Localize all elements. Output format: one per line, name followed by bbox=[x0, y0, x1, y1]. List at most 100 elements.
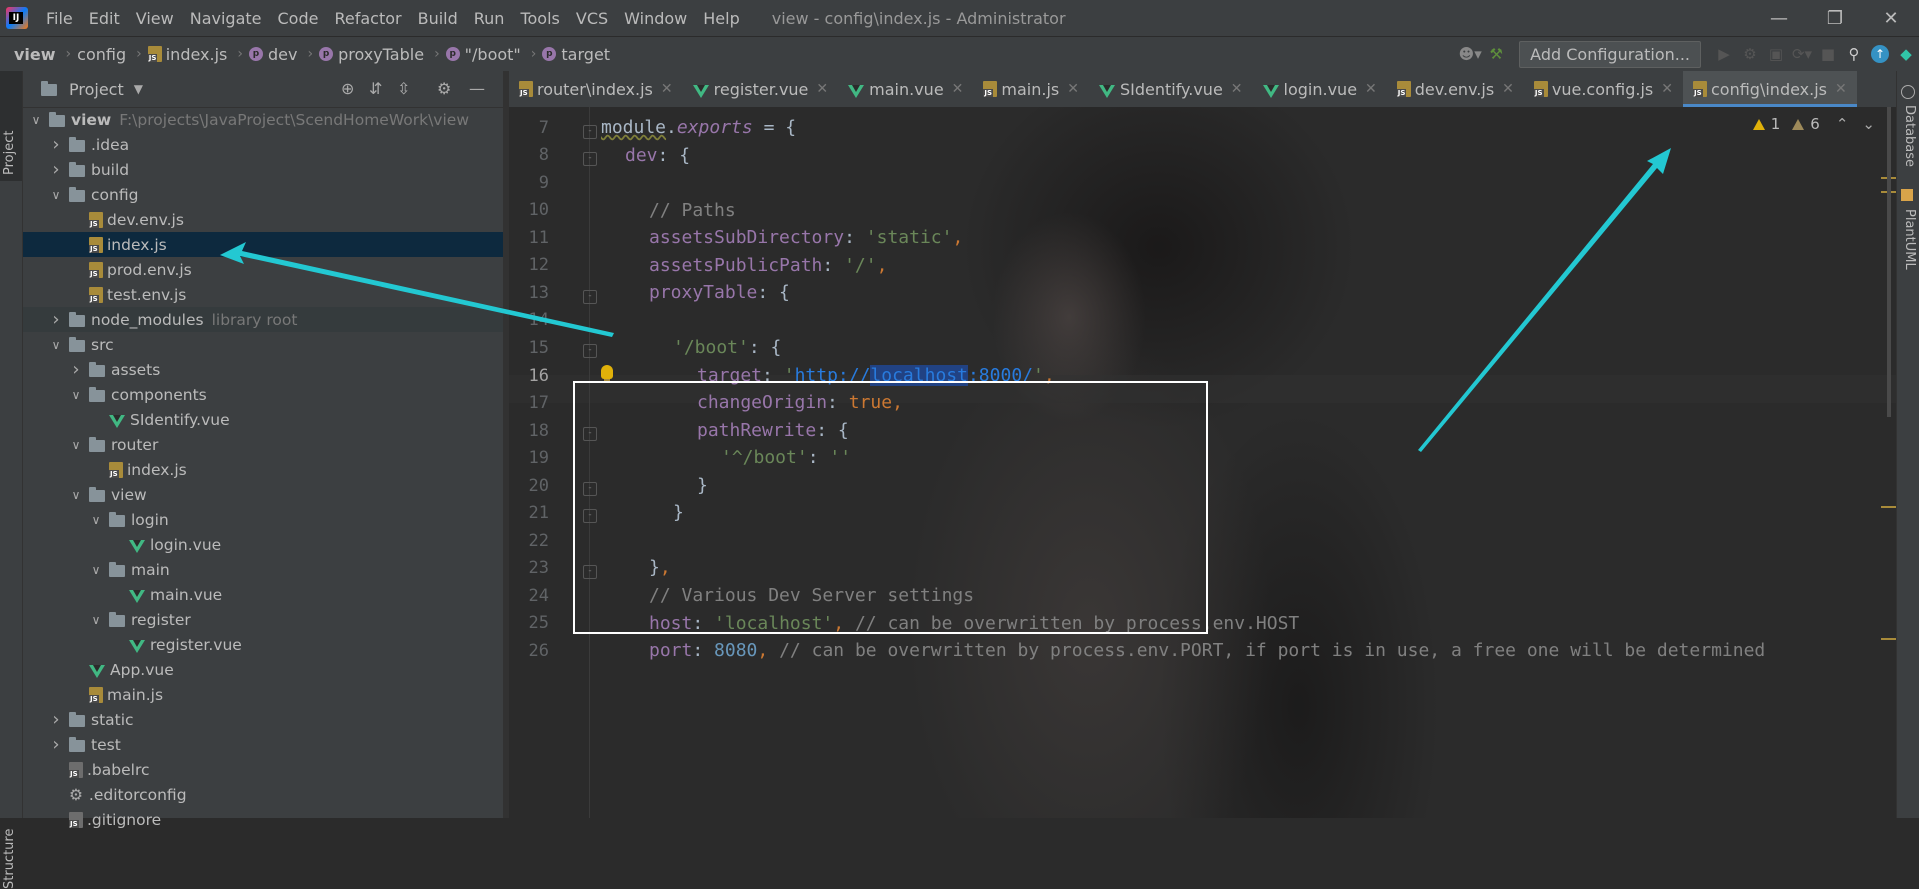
breadcrumb-item[interactable]: p proxyTable bbox=[319, 45, 424, 64]
editor-tab[interactable]: main.js ✕ bbox=[973, 71, 1089, 107]
close-tab-icon[interactable]: ✕ bbox=[1067, 81, 1079, 97]
gear-icon[interactable]: ⚙ bbox=[437, 79, 451, 98]
user-icon[interactable]: ☻▾ bbox=[1457, 41, 1483, 67]
tree-item[interactable]: main.vue bbox=[23, 582, 503, 607]
close-icon[interactable]: ✕ bbox=[1863, 0, 1919, 36]
tree-item[interactable]: .babelrc bbox=[23, 757, 503, 782]
chevron-right-icon[interactable]: › bbox=[49, 134, 63, 155]
editor-tab[interactable]: config\index.js ✕ bbox=[1683, 71, 1857, 107]
editor-tab[interactable]: login.vue ✕ bbox=[1253, 71, 1387, 107]
close-tab-icon[interactable]: ✕ bbox=[1231, 81, 1243, 97]
tree-item[interactable]: prod.env.js bbox=[23, 257, 503, 282]
plantuml-tool-label[interactable]: PlantUML bbox=[1902, 209, 1917, 270]
menu-vcs[interactable]: VCS bbox=[568, 9, 616, 28]
editor-tab[interactable]: router\index.js ✕ bbox=[509, 71, 683, 107]
close-tab-icon[interactable]: ✕ bbox=[952, 81, 964, 97]
collapse-all-icon[interactable]: ⇳ bbox=[397, 79, 410, 98]
tree-item[interactable]: ∨ config bbox=[23, 182, 503, 207]
tree-item[interactable]: ∨ login bbox=[23, 507, 503, 532]
chevron-right-icon[interactable]: › bbox=[49, 309, 63, 330]
menu-build[interactable]: Build bbox=[410, 9, 466, 28]
breadcrumb-item[interactable]: config bbox=[77, 45, 126, 64]
chevron-down-icon[interactable]: ∨ bbox=[69, 388, 83, 402]
menu-refactor[interactable]: Refactor bbox=[326, 9, 409, 28]
restore-icon[interactable]: ❐ bbox=[1807, 0, 1863, 36]
tree-item[interactable]: .gitignore bbox=[23, 807, 503, 832]
chevron-down-icon[interactable]: ∨ bbox=[69, 488, 83, 502]
tree-item[interactable]: App.vue bbox=[23, 657, 503, 682]
profile-icon[interactable]: ⟳▾ bbox=[1789, 41, 1815, 67]
chevron-down-icon[interactable]: ∨ bbox=[89, 563, 103, 577]
editor-tab[interactable]: vue.config.js ✕ bbox=[1524, 71, 1683, 107]
fold-marker-icon[interactable]: - bbox=[583, 290, 597, 304]
tree-item[interactable]: register.vue bbox=[23, 632, 503, 657]
editor-tab[interactable]: SIdentify.vue ✕ bbox=[1089, 71, 1253, 107]
menu-help[interactable]: Help bbox=[695, 9, 747, 28]
scroll-marker[interactable] bbox=[1881, 638, 1897, 640]
toolbox-icon[interactable]: ◆ bbox=[1893, 41, 1919, 67]
chevron-down-icon[interactable]: ∨ bbox=[89, 513, 103, 527]
editor-tab[interactable]: main.vue ✕ bbox=[838, 71, 973, 107]
locate-file-icon[interactable]: ⊕ bbox=[341, 79, 354, 98]
close-tab-icon[interactable]: ✕ bbox=[661, 81, 673, 97]
fold-marker-icon[interactable]: - bbox=[583, 125, 597, 139]
tree-item[interactable]: › .idea bbox=[23, 132, 503, 157]
chevron-right-icon[interactable]: › bbox=[49, 734, 63, 755]
breadcrumb-item[interactable]: p dev bbox=[248, 45, 297, 64]
tree-item[interactable]: test.env.js bbox=[23, 282, 503, 307]
tree-item[interactable]: › test bbox=[23, 732, 503, 757]
structure-tool-label[interactable]: Structure bbox=[2, 829, 17, 889]
scroll-marker[interactable] bbox=[1881, 506, 1897, 508]
close-tab-icon[interactable]: ✕ bbox=[816, 81, 828, 97]
plantuml-icon[interactable] bbox=[1901, 189, 1913, 201]
chevron-right-icon[interactable]: › bbox=[49, 709, 63, 730]
project-tool-button[interactable]: Project bbox=[0, 71, 22, 181]
update-icon[interactable]: ↑ bbox=[1867, 41, 1893, 67]
add-configuration-button[interactable]: Add Configuration... bbox=[1519, 40, 1701, 68]
search-icon[interactable]: ⚲ bbox=[1841, 41, 1867, 67]
expand-all-icon[interactable]: ⇵ bbox=[369, 79, 382, 98]
tree-item[interactable]: › assets bbox=[23, 357, 503, 382]
tree-item[interactable]: ∨ main bbox=[23, 557, 503, 582]
menu-file[interactable]: File bbox=[38, 9, 81, 28]
tree-item[interactable]: ∨ view F:\projects\JavaProject\ScendHomeWo… bbox=[23, 107, 503, 132]
breadcrumb-item[interactable]: p target bbox=[542, 45, 610, 64]
breadcrumb-item[interactable]: view bbox=[14, 45, 56, 64]
debug-icon[interactable]: ⚙ bbox=[1737, 41, 1763, 67]
minimize-icon[interactable]: — bbox=[1751, 0, 1807, 36]
breadcrumb-item[interactable]: index.js bbox=[147, 45, 227, 64]
chevron-up-icon[interactable]: ⌃ bbox=[1836, 115, 1849, 133]
chevron-down-icon[interactable]: ∨ bbox=[69, 438, 83, 452]
close-tab-icon[interactable]: ✕ bbox=[1661, 81, 1673, 97]
project-view-selector[interactable]: Project bbox=[69, 80, 124, 99]
chevron-down-icon[interactable]: ▼ bbox=[134, 82, 143, 96]
tree-item[interactable]: index.js bbox=[23, 457, 503, 482]
chevron-down-icon[interactable]: ∨ bbox=[29, 113, 43, 127]
tree-item[interactable]: › build bbox=[23, 157, 503, 182]
build-hammer-icon[interactable]: ⚒ bbox=[1483, 41, 1509, 67]
chevron-down-icon[interactable]: ∨ bbox=[89, 613, 103, 627]
tree-item[interactable]: › node_modules library root bbox=[23, 307, 503, 332]
menu-window[interactable]: Window bbox=[616, 9, 695, 28]
tree-item[interactable]: ∨ view bbox=[23, 482, 503, 507]
menu-code[interactable]: Code bbox=[270, 9, 327, 28]
tree-item[interactable]: dev.env.js bbox=[23, 207, 503, 232]
menu-run[interactable]: Run bbox=[466, 9, 513, 28]
chevron-right-icon[interactable]: › bbox=[49, 159, 63, 180]
chevron-right-icon[interactable]: › bbox=[69, 359, 83, 380]
chevron-down-icon[interactable]: ⌄ bbox=[1862, 115, 1875, 133]
database-icon[interactable] bbox=[1901, 85, 1915, 99]
tree-item[interactable]: ∨ router bbox=[23, 432, 503, 457]
close-tab-icon[interactable]: ✕ bbox=[1365, 81, 1377, 97]
tree-item[interactable]: › static bbox=[23, 707, 503, 732]
editor-tab[interactable]: register.vue ✕ bbox=[683, 71, 839, 107]
hide-panel-icon[interactable]: — bbox=[469, 79, 485, 98]
chevron-down-icon[interactable]: ∨ bbox=[49, 188, 63, 202]
lightbulb-icon[interactable] bbox=[601, 365, 613, 382]
fold-marker-icon[interactable]: - bbox=[583, 152, 597, 166]
tree-item[interactable]: index.js bbox=[23, 232, 503, 257]
tree-item[interactable]: ∨ components bbox=[23, 382, 503, 407]
close-tab-icon[interactable]: ✕ bbox=[1835, 81, 1847, 97]
stop-icon[interactable]: ■ bbox=[1815, 41, 1841, 67]
tree-item[interactable]: ∨ register bbox=[23, 607, 503, 632]
